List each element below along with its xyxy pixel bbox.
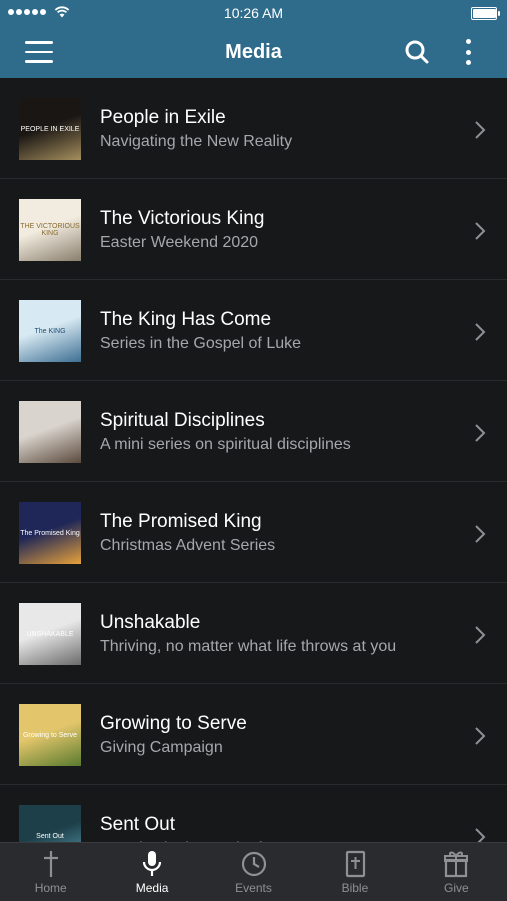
media-item-title: The King Has Come xyxy=(100,309,272,330)
tab-label: Give xyxy=(443,881,469,895)
status-bar: 10:26 AM xyxy=(0,0,507,26)
media-thumbnail: The KING xyxy=(19,300,81,362)
chevron-right-icon xyxy=(475,828,486,842)
media-item-title: Unshakable xyxy=(100,612,201,633)
tab-label: Home xyxy=(34,881,67,895)
tab-label: Events xyxy=(235,881,272,895)
media-thumbnail: The Promised King xyxy=(19,502,81,564)
chevron-right-icon xyxy=(475,222,486,240)
media-item-title: The Victorious King xyxy=(100,208,265,229)
chevron-right-icon xyxy=(475,121,486,139)
wifi-icon xyxy=(54,6,70,18)
tab-label: Media xyxy=(135,881,169,895)
media-item[interactable]: Growing to Serve Growing to Serve Giving C… xyxy=(0,684,507,785)
tab-bar: Home Media Events Bible Give xyxy=(0,842,507,901)
chevron-right-icon xyxy=(475,727,486,745)
media-thumbnail xyxy=(19,401,81,463)
media-item-title: Sent Out xyxy=(100,814,175,835)
menu-button[interactable] xyxy=(25,41,53,63)
media-item[interactable]: The KING The King Has Come Series in the G… xyxy=(0,280,507,381)
media-item-title: Spiritual Disciplines xyxy=(100,410,265,431)
media-item-subtitle: Thriving, no matter what life throws at … xyxy=(100,638,397,655)
media-item-subtitle: Series in the Gospel of Luke xyxy=(100,335,302,352)
media-thumbnail: THE VICTORIOUS KING xyxy=(19,199,81,261)
signal-strength-icon xyxy=(8,9,46,15)
media-item-subtitle: Easter Weekend 2020 xyxy=(100,234,259,251)
media-thumbnail: Growing to Serve xyxy=(19,704,81,766)
media-item[interactable]: Sent OutSent OutA Series in the Book of … xyxy=(0,785,507,842)
cross-icon xyxy=(43,851,58,877)
media-item[interactable]: The Promised King The Promised King Christ… xyxy=(0,482,507,583)
chevron-right-icon xyxy=(475,424,486,442)
page-title: Media xyxy=(225,40,282,63)
media-list: PEOPLE IN EXILE People in Exile Navigating… xyxy=(0,78,507,842)
media-thumbnail: UNSHAKABLE xyxy=(19,603,81,665)
microphone-icon xyxy=(143,851,162,876)
signal-wifi-group xyxy=(8,6,70,18)
bible-icon xyxy=(345,850,366,878)
chevron-right-icon xyxy=(475,323,486,341)
media-item[interactable]: Spiritual Disciplines A mini series on sp… xyxy=(0,381,507,482)
media-item[interactable]: UNSHAKABLE Unshakable Thriving, no matter … xyxy=(0,583,507,684)
media-item-subtitle: Christmas Advent Series xyxy=(100,537,276,554)
media-thumbnail: Sent Out xyxy=(19,805,81,842)
chevron-right-icon xyxy=(475,525,486,543)
tab-bible[interactable]: Bible xyxy=(304,843,405,901)
tab-events[interactable]: Events xyxy=(203,843,304,901)
chevron-right-icon xyxy=(475,626,486,644)
more-options-icon[interactable] xyxy=(464,39,472,65)
tab-label: Bible xyxy=(341,881,369,895)
media-item-subtitle: Navigating the New Reality xyxy=(100,133,293,150)
clock-icon xyxy=(241,851,266,877)
media-item-title: The Promised King xyxy=(100,511,262,532)
search-icon[interactable] xyxy=(404,39,430,65)
media-thumbnail: PEOPLE IN EXILE xyxy=(19,98,81,160)
status-time: 10:26 AM xyxy=(223,5,284,21)
media-item-title: Growing to Serve xyxy=(100,713,247,734)
media-item-title: People in Exile xyxy=(100,107,226,128)
battery-icon xyxy=(471,7,500,20)
tab-media[interactable]: Media xyxy=(101,843,202,901)
tab-give[interactable]: Give xyxy=(406,843,507,901)
gift-icon xyxy=(444,851,469,878)
tab-home[interactable]: Home xyxy=(0,843,101,901)
media-item-subtitle: Giving Campaign xyxy=(100,739,223,756)
media-item-subtitle: A mini series on spiritual disciplines xyxy=(100,436,351,453)
app-header: Media xyxy=(0,26,507,78)
media-item[interactable]: THE VICTORIOUS KING The Victorious King Ea… xyxy=(0,179,507,280)
media-item[interactable]: PEOPLE IN EXILE People in Exile Navigating… xyxy=(0,78,507,179)
